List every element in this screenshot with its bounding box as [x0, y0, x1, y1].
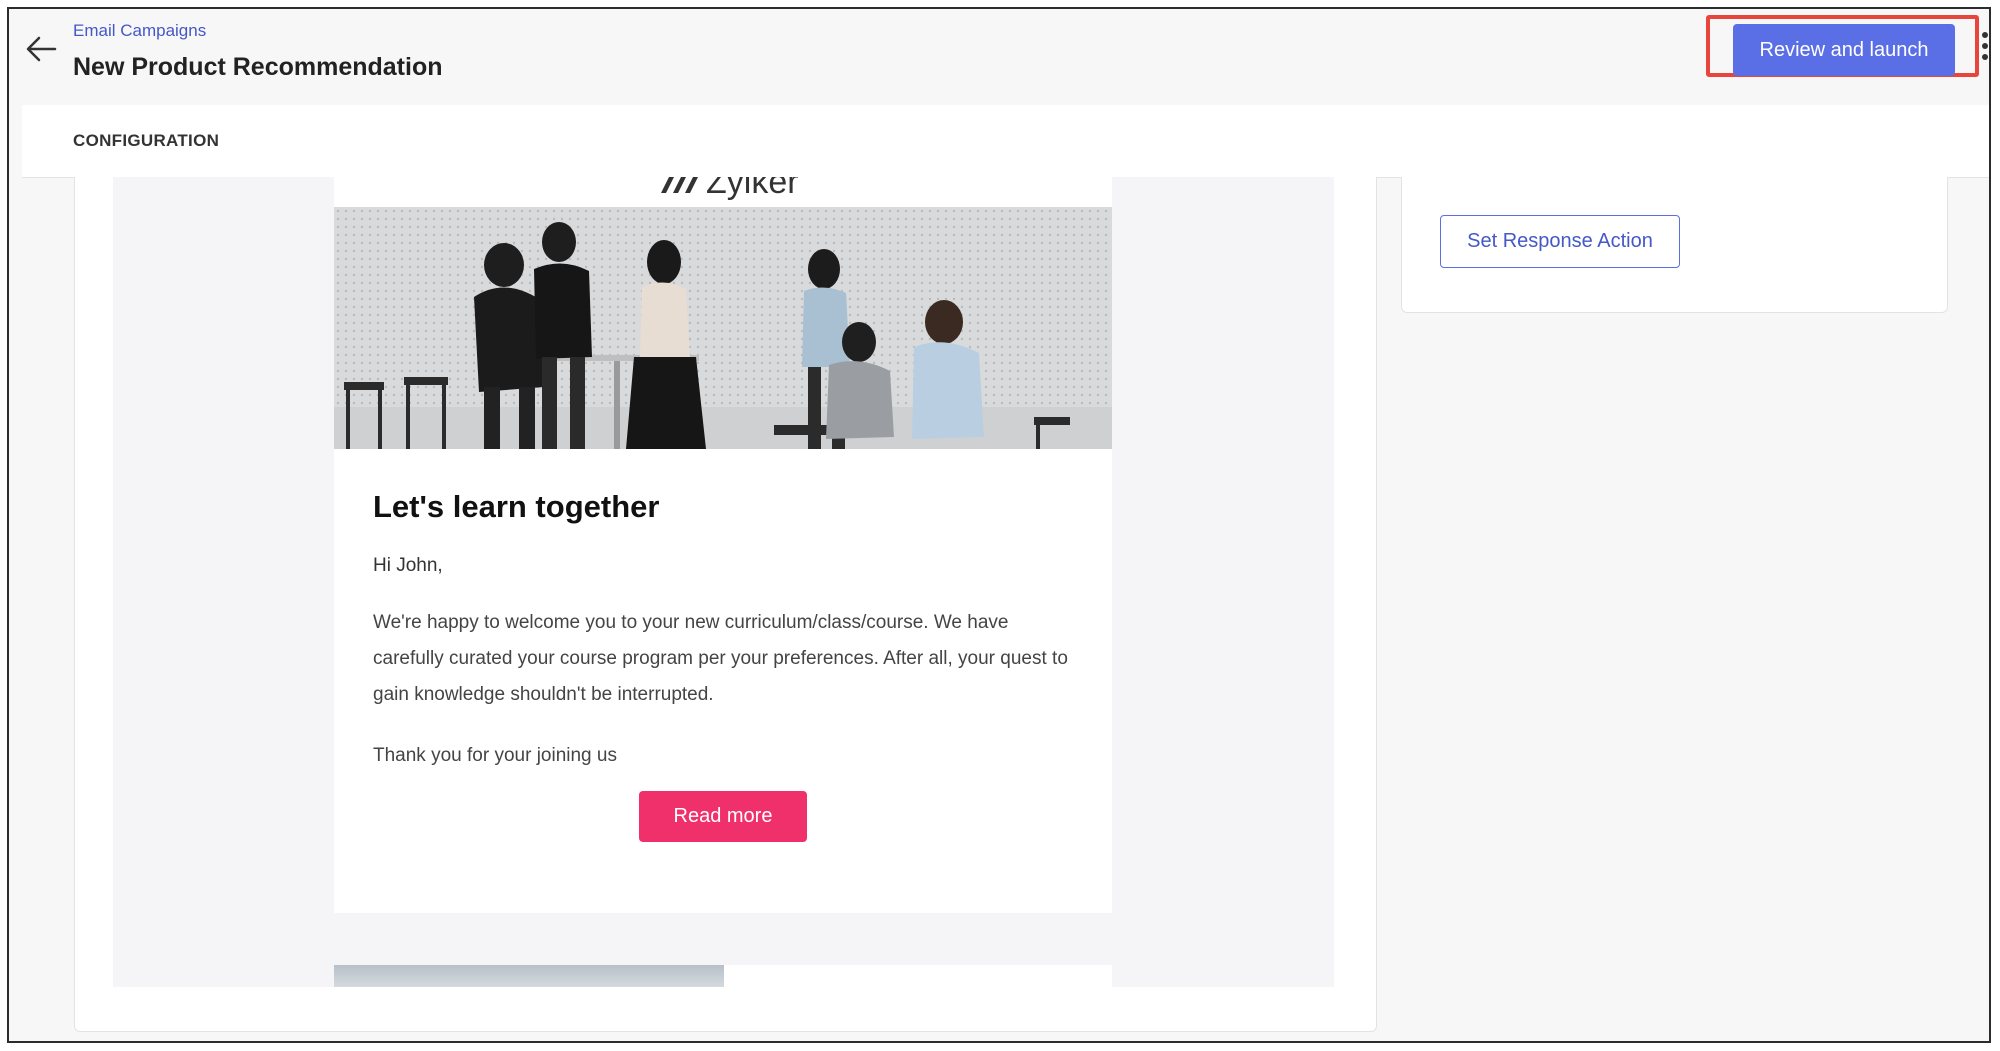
email-preview-card: Zylker Let's learn together Hi John, We'… [74, 177, 1377, 1032]
logo-text: Zylker [706, 177, 799, 201]
next-email-section [334, 965, 1112, 987]
review-and-launch-button[interactable]: Review and launch [1733, 24, 1955, 76]
more-vertical-icon[interactable] [1979, 29, 1989, 69]
page-header: Email Campaigns New Product Recommendati… [9, 9, 1989, 105]
response-action-panel: Set Response Action [1401, 177, 1948, 313]
email-template: Zylker Let's learn together Hi John, We'… [334, 177, 1112, 913]
email-heading: Let's learn together [373, 489, 660, 524]
next-section-image [334, 965, 724, 987]
arrow-left-icon[interactable] [21, 29, 61, 69]
email-logo: Zylker [334, 177, 1112, 203]
set-response-action-button[interactable]: Set Response Action [1440, 215, 1680, 268]
tab-configuration[interactable]: CONFIGURATION [73, 131, 219, 151]
hero-image [334, 207, 1112, 449]
breadcrumb-email-campaigns[interactable]: Email Campaigns [73, 21, 206, 41]
read-more-button[interactable]: Read more [639, 791, 807, 842]
email-greeting: Hi John, [373, 555, 443, 576]
app-window: Email Campaigns New Product Recommendati… [7, 7, 1991, 1043]
page-title: New Product Recommendation [73, 53, 443, 81]
tab-bar: CONFIGURATION [22, 105, 1989, 178]
zylker-logo-icon [661, 177, 698, 193]
email-closing: Thank you for your joining us [373, 745, 617, 766]
email-preview-canvas[interactable]: Zylker Let's learn together Hi John, We'… [113, 177, 1334, 987]
email-body: We're happy to welcome you to your new c… [373, 612, 1068, 705]
